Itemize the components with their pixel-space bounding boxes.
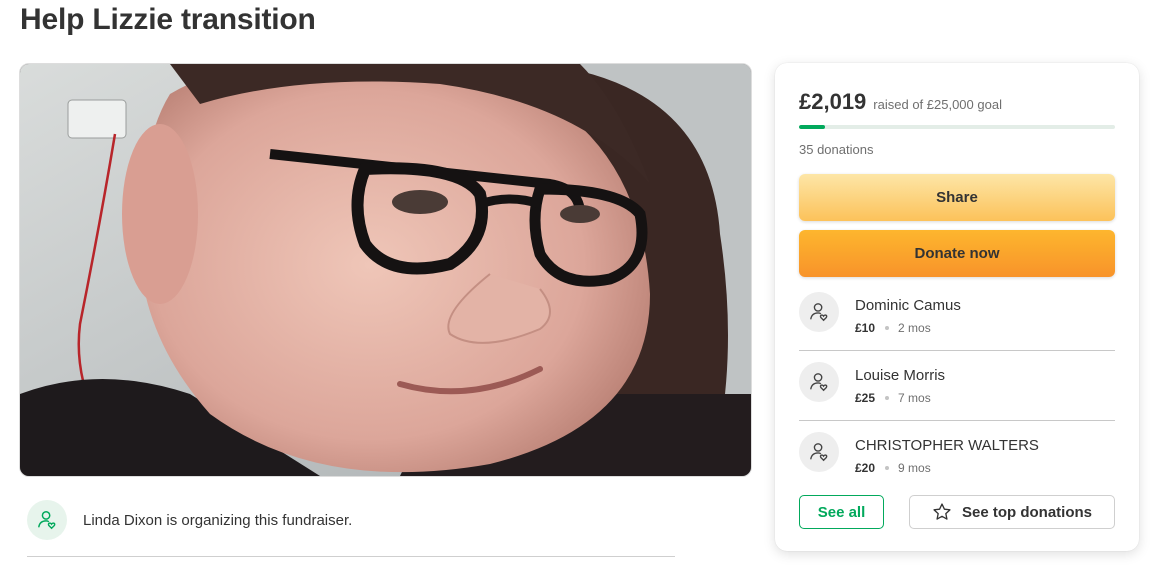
- organizer-section: Linda Dixon is organizing this fundraise…: [27, 500, 675, 557]
- list-item: CHRISTOPHER WALTERS £20 9 mos: [799, 421, 1115, 491]
- donation-card: £2,019 raised of £25,000 goal 35 donatio…: [775, 63, 1139, 551]
- recent-donations-list: Dominic Camus £10 2 mos Louise Morris £2…: [799, 281, 1115, 491]
- donor-meta: £25 7 mos: [855, 391, 931, 405]
- donor-name: CHRISTOPHER WALTERS: [855, 437, 1039, 454]
- list-item: Louise Morris £25 7 mos: [799, 351, 1115, 421]
- campaign-hero-image: [19, 63, 752, 477]
- raised-amount: £2,019: [799, 89, 867, 114]
- donor-meta: £10 2 mos: [855, 321, 931, 335]
- see-top-donations-label: See top donations: [961, 503, 1092, 521]
- page-title: Help Lizzie transition: [20, 3, 316, 36]
- progress-fill: [799, 125, 825, 129]
- star-icon: [933, 503, 951, 520]
- organizer-text: Linda Dixon is organizing this fundraise…: [83, 512, 353, 529]
- person-heart-icon: [27, 500, 67, 540]
- list-item: Dominic Camus £10 2 mos: [799, 281, 1115, 351]
- see-top-donations-button[interactable]: See top donations: [909, 495, 1115, 529]
- donor-heart-icon: [799, 362, 839, 402]
- donation-time: 7 mos: [898, 391, 931, 405]
- donation-amount: £20: [855, 461, 876, 475]
- goal-text: raised of £25,000 goal: [873, 97, 1002, 112]
- separator-dot: [885, 396, 890, 400]
- donation-count: 35 donations: [799, 142, 874, 157]
- see-all-button[interactable]: See all: [799, 495, 884, 529]
- donor-meta: £20 9 mos: [855, 461, 931, 475]
- progress-bar: [799, 125, 1115, 129]
- donation-amount: £10: [855, 321, 876, 335]
- donate-now-button[interactable]: Donate now: [799, 230, 1115, 277]
- donor-name: Louise Morris: [855, 367, 946, 384]
- donation-amount: £25: [855, 391, 876, 405]
- share-button[interactable]: Share: [799, 174, 1115, 221]
- donor-heart-icon: [799, 292, 839, 332]
- donor-heart-icon: [799, 432, 839, 472]
- donation-time: 9 mos: [898, 461, 931, 475]
- donation-time: 2 mos: [898, 321, 931, 335]
- raised-summary: £2,019 raised of £25,000 goal: [799, 89, 1002, 115]
- separator-dot: [885, 326, 890, 330]
- donor-name: Dominic Camus: [855, 297, 961, 314]
- separator-dot: [885, 466, 890, 470]
